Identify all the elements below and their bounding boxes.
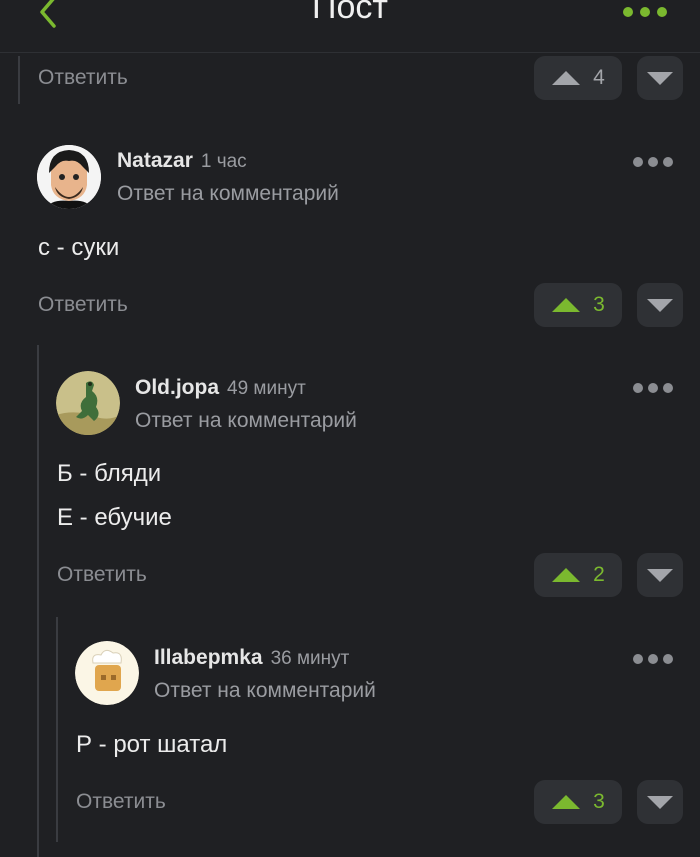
thread-line [37, 345, 39, 857]
arrow-down-icon [647, 569, 673, 582]
avatar[interactable] [37, 145, 101, 209]
reply-to-label[interactable]: Ответ на комментарий [135, 409, 357, 433]
comment-time: 36 минут [270, 648, 350, 669]
thread-line [18, 56, 20, 104]
reply-button[interactable]: Ответить [76, 790, 166, 814]
vote-count: 4 [593, 66, 605, 89]
vote-count: 2 [593, 563, 605, 586]
more-horizontal-icon[interactable] [632, 381, 674, 395]
downvote-button[interactable] [637, 56, 683, 100]
comment-text: Б - бляди [57, 460, 162, 487]
arrow-down-icon [647, 299, 673, 312]
comment-time: 49 минут [227, 378, 306, 399]
author-name[interactable]: Old.jopa [135, 376, 219, 399]
arrow-up-icon [552, 71, 581, 85]
thread-line [56, 617, 58, 842]
avatar[interactable] [56, 371, 120, 435]
downvote-button[interactable] [637, 553, 683, 597]
upvote-button[interactable]: 3 [534, 283, 622, 327]
reply-button[interactable]: Ответить [38, 293, 128, 317]
comment-time: 1 час [200, 151, 247, 172]
reply-button[interactable]: Ответить [38, 66, 128, 90]
arrow-down-icon [647, 796, 673, 809]
reply-button[interactable]: Ответить [57, 563, 147, 587]
upvote-button[interactable]: 2 [534, 553, 622, 597]
avatar[interactable] [75, 641, 139, 705]
author-name[interactable]: Illabepmka [154, 646, 263, 669]
more-horizontal-icon[interactable] [632, 155, 674, 169]
author-name[interactable]: Natazar [117, 149, 193, 172]
arrow-up-icon [552, 795, 581, 809]
reply-to-label[interactable]: Ответ на комментарий [117, 182, 339, 206]
comment-author[interactable]: Old.jopa 49 минут [135, 376, 306, 400]
vote-count: 3 [593, 790, 605, 813]
comment-text: с - суки [38, 234, 120, 261]
vote-count: 3 [593, 293, 605, 316]
arrow-up-icon [552, 568, 581, 582]
arrow-down-icon [647, 72, 673, 85]
reply-to-label[interactable]: Ответ на комментарий [154, 679, 376, 703]
comment-text: Е - ебучие [57, 504, 172, 531]
downvote-button[interactable] [637, 283, 683, 327]
downvote-button[interactable] [637, 780, 683, 824]
comment-author[interactable]: Natazar 1 час [117, 149, 247, 173]
upvote-button[interactable]: 4 [534, 56, 622, 100]
more-horizontal-icon[interactable] [632, 652, 674, 666]
top-bar: Пост [0, 0, 700, 53]
comment-text: Р - рот шатал [76, 731, 228, 758]
arrow-up-icon [552, 298, 581, 312]
comment-author[interactable]: Illabepmka 36 минут [154, 646, 349, 670]
upvote-button[interactable]: 3 [534, 780, 622, 824]
more-horizontal-icon[interactable] [622, 2, 668, 18]
page-title: Пост [312, 0, 388, 26]
